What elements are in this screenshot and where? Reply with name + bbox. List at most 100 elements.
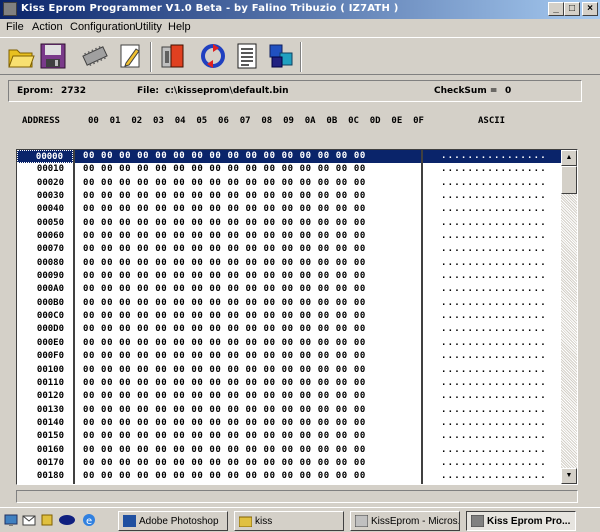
menu-configuration[interactable]: Configuration [70, 21, 135, 33]
hex-row[interactable]: 00 00 00 00 00 00 00 00 00 00 00 00 00 0… [75, 323, 421, 336]
open-folder-icon[interactable] [6, 41, 36, 71]
ascii-row: ................ [441, 364, 547, 375]
file-value: c:\kisseprom\default.bin [165, 86, 289, 96]
ascii-row: ................ [441, 297, 547, 308]
status-bar [16, 490, 578, 503]
hex-row[interactable]: 00 00 00 00 00 00 00 00 00 00 00 00 00 0… [75, 377, 421, 390]
hex-row[interactable]: 00 00 00 00 00 00 00 00 00 00 00 00 00 0… [75, 243, 421, 256]
ascii-row: ................ [441, 351, 547, 362]
toolbar-separator [150, 42, 152, 72]
hex-row[interactable]: 00 00 00 00 00 00 00 00 00 00 00 00 00 0… [75, 163, 421, 176]
explorer-icon[interactable] [40, 513, 54, 527]
ascii-row: ................ [441, 271, 547, 282]
taskbar-label: Adobe Photoshop [139, 516, 219, 527]
maximize-button[interactable]: □ [564, 2, 580, 16]
address-cell: 000F0 [36, 351, 64, 362]
save-disk-icon[interactable] [38, 41, 68, 71]
taskbar-kiss-folder[interactable]: kiss [234, 511, 344, 531]
address-cell: 00150 [36, 431, 64, 442]
app-icon [470, 514, 485, 528]
address-cell: 00020 [36, 177, 64, 188]
hex-row[interactable]: 00 00 00 00 00 00 00 00 00 00 00 00 00 0… [75, 257, 421, 270]
ascii-row: ................ [441, 471, 547, 482]
hex-row[interactable]: 00 00 00 00 00 00 00 00 00 00 00 00 00 0… [75, 417, 421, 430]
address-cell: 00170 [36, 457, 64, 468]
hex-row[interactable]: 00 00 00 00 00 00 00 00 00 00 00 00 00 0… [75, 364, 421, 377]
window-title: Kiss Eprom Programmer V1.0 Beta - by Fal… [21, 3, 399, 14]
taskbar-kisseprom-microsoft[interactable]: KissEprom - Micros... [350, 511, 460, 531]
hex-row[interactable]: 00 00 00 00 00 00 00 00 00 00 00 00 00 0… [75, 283, 421, 296]
hex-row[interactable]: 00 00 00 00 00 00 00 00 00 00 00 00 00 0… [75, 430, 421, 443]
hex-row[interactable]: 00 00 00 00 00 00 00 00 00 00 00 00 00 0… [75, 404, 421, 417]
hex-row[interactable]: 00 00 00 00 00 00 00 00 00 00 00 00 00 0… [75, 390, 421, 403]
ascii-row: ................ [441, 457, 547, 468]
media-player-icon[interactable] [58, 513, 76, 527]
hex-row[interactable]: 00 00 00 00 00 00 00 00 00 00 00 00 00 0… [75, 270, 421, 283]
scroll-down-icon[interactable]: ▼ [561, 468, 577, 484]
edit-pencil-icon[interactable] [116, 41, 146, 71]
address-cell: 000C0 [36, 311, 64, 322]
scroll-up-icon[interactable]: ▲ [561, 150, 577, 166]
hex-row[interactable]: 00 00 00 00 00 00 00 00 00 00 00 00 00 0… [75, 230, 421, 243]
hex-row[interactable]: 00 00 00 00 00 00 00 00 00 00 00 00 00 0… [75, 203, 421, 216]
hex-row[interactable]: 00 00 00 00 00 00 00 00 00 00 00 00 00 0… [75, 310, 421, 323]
address-cell: 00080 [36, 257, 64, 268]
ascii-header: ASCII [478, 116, 506, 126]
title-bar[interactable]: Kiss Eprom Programmer V1.0 Beta - by Fal… [0, 0, 600, 19]
ascii-row: ................ [441, 311, 547, 322]
ascii-row: ................ [441, 244, 547, 255]
address-cell: 00090 [36, 271, 64, 282]
ascii-row: ................ [441, 337, 547, 348]
hex-data-column[interactable]: 00 00 00 00 00 00 00 00 00 00 00 00 00 0… [75, 150, 423, 484]
scroll-thumb[interactable] [561, 166, 577, 194]
vertical-scrollbar[interactable]: ▲ ▼ [561, 150, 577, 484]
hex-row[interactable]: 00 00 00 00 00 00 00 00 00 00 00 00 00 0… [75, 350, 421, 363]
read-eprom-icon[interactable] [158, 41, 188, 71]
ascii-column: ........................................… [423, 150, 561, 484]
internet-explorer-icon[interactable]: e [82, 513, 96, 527]
menu-utility[interactable]: Utility [135, 21, 162, 33]
hex-row[interactable]: 00 00 00 00 00 00 00 00 00 00 00 00 00 0… [75, 217, 421, 230]
hex-grid[interactable]: 00000 00010 00020 00030 00040 00050 00060 00070… [16, 149, 578, 485]
hex-row[interactable]: 00 00 00 00 00 00 00 00 00 00 00 00 00 0… [75, 297, 421, 310]
outlook-icon[interactable] [22, 513, 36, 527]
address-column: 00000 00010 00020 00030 00040 00050 00060 00070… [17, 150, 75, 484]
address-cell: 000A0 [36, 284, 64, 295]
address-cell: 000E0 [36, 337, 64, 348]
minimize-button[interactable]: _ [548, 2, 564, 16]
document-list-icon[interactable] [232, 41, 262, 71]
blocks-program-icon[interactable] [266, 41, 296, 71]
hex-row[interactable]: 00 00 00 00 00 00 00 00 00 00 00 00 00 0… [75, 177, 421, 190]
hex-row[interactable]: 00 00 00 00 00 00 00 00 00 00 00 00 00 0… [75, 190, 421, 203]
hex-row[interactable]: 00 00 00 00 00 00 00 00 00 00 00 00 00 0… [75, 337, 421, 350]
chip-icon[interactable] [80, 41, 110, 71]
taskbar-label: KissEprom - Micros... [371, 516, 460, 527]
ascii-row: ................ [441, 284, 547, 295]
address-cell: 00160 [36, 444, 64, 455]
taskbar-kiss-eprom-programmer[interactable]: Kiss Eprom Pro... [466, 511, 576, 531]
ascii-row: ................ [441, 324, 547, 335]
toolbar-separator [300, 42, 302, 72]
menu-file[interactable]: File [6, 21, 24, 33]
taskbar: e Adobe Photoshop kiss KissEprom - Micro… [0, 507, 600, 532]
close-button[interactable]: × [582, 2, 598, 16]
hex-row[interactable]: 00 00 00 00 00 00 00 00 00 00 00 00 00 0… [75, 444, 421, 457]
hex-row[interactable]: 00 00 00 00 00 00 00 00 00 00 00 00 00 0… [75, 150, 421, 164]
address-cell: 00070 [36, 244, 64, 255]
hex-row[interactable]: 00 00 00 00 00 00 00 00 00 00 00 00 00 0… [75, 470, 421, 483]
hex-row[interactable]: 00 00 00 00 00 00 00 00 00 00 00 00 00 0… [75, 457, 421, 470]
address-cell: 000D0 [36, 324, 64, 335]
app-icon[interactable] [3, 2, 17, 16]
menu-help[interactable]: Help [168, 21, 191, 33]
ascii-row: ................ [441, 191, 547, 202]
show-desktop-icon[interactable] [4, 513, 18, 527]
ascii-row: ................ [441, 164, 547, 175]
taskbar-label: Kiss Eprom Pro... [487, 516, 571, 527]
taskbar-photoshop[interactable]: Adobe Photoshop [118, 511, 228, 531]
address-cell: 00180 [36, 471, 64, 482]
reload-icon[interactable] [198, 41, 228, 71]
menu-action[interactable]: Action [32, 21, 63, 33]
address-cell: 000B0 [36, 297, 64, 308]
ascii-row: ................ [441, 377, 547, 388]
address-cell: 00120 [36, 391, 64, 402]
